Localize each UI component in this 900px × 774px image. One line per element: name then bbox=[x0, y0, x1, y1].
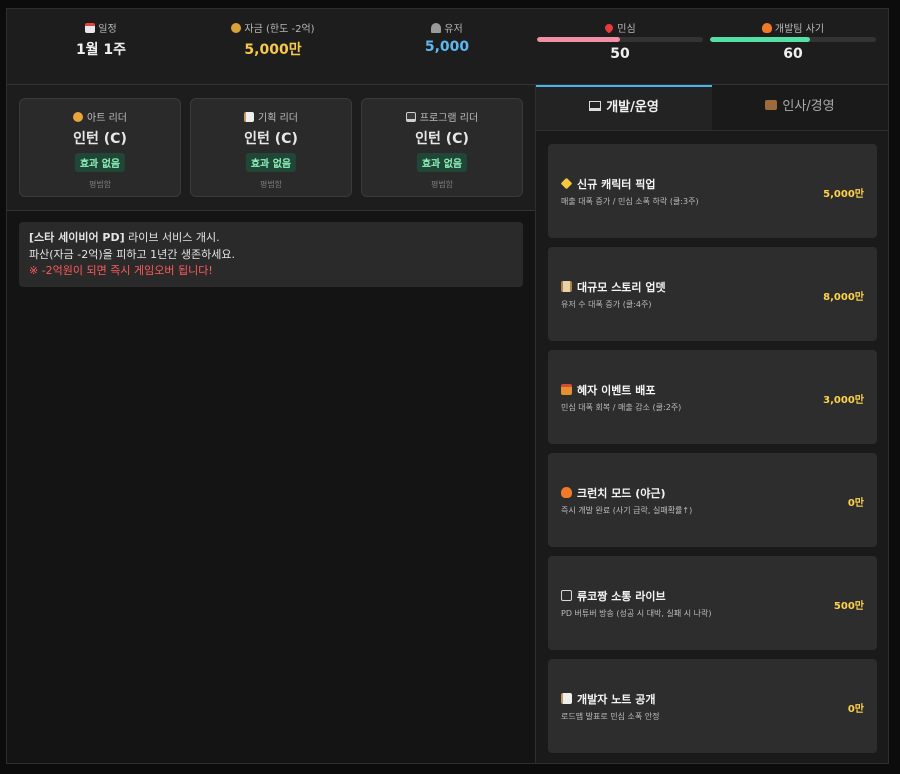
action-desc: 즉시 개발 완료 (사기 급락, 실패확률↑) bbox=[561, 506, 693, 515]
action-card-character-pickup[interactable]: 신규 캐릭터 픽업 매출 대폭 증가 / 민심 소폭 하락 (쿨:3주) 5,0… bbox=[548, 144, 877, 238]
action-title: 대규모 스토리 업뎃 bbox=[577, 281, 666, 294]
tv-icon bbox=[561, 590, 572, 601]
sentiment-bar-fill bbox=[537, 37, 620, 42]
user-icon bbox=[431, 23, 442, 33]
action-cost: 5,000만 bbox=[823, 189, 864, 200]
fire-icon bbox=[561, 487, 572, 498]
event-log: [스타 세이비어 PD] 라이브 서비스 개시. 파산(자금 -2억)을 피하고… bbox=[19, 222, 523, 287]
leader-row: 아트 리더 인턴 (C) 효과 없음 평범함 기획 리더 인턴 (C) 효과 없… bbox=[7, 85, 535, 211]
log-message: 라이브 서비스 개시. bbox=[128, 231, 220, 244]
stat-label: 유저 bbox=[444, 24, 463, 35]
stat-morale: 개발팀 사기 60 bbox=[710, 9, 876, 85]
stat-sentiment: 민심 50 bbox=[537, 9, 703, 85]
morale-bar-fill bbox=[710, 37, 810, 42]
right-panel: 개발/운영 인사/경영 신규 캐릭터 픽업 매출 대폭 증가 / 민심 소폭 하… bbox=[535, 85, 889, 763]
action-cost: 3,000만 bbox=[823, 395, 864, 406]
leader-card-art[interactable]: 아트 리더 인턴 (C) 효과 없음 평범함 bbox=[19, 98, 181, 197]
stat-label: 자금 (한도 -2억) bbox=[244, 24, 315, 35]
calendar-icon bbox=[85, 23, 96, 33]
action-card-vtuber-live[interactable]: 류코짱 소통 라이브 PD 버튜버 방송 (성공 시 대박, 실패 시 나락) … bbox=[548, 556, 877, 650]
stat-label: 일정 bbox=[98, 24, 117, 35]
tab-hr-management[interactable]: 인사/경영 bbox=[712, 85, 888, 130]
action-title: 신규 캐릭터 픽업 bbox=[577, 178, 656, 191]
leader-name: 기획 리더 bbox=[258, 113, 298, 124]
effect-badge: 효과 없음 bbox=[245, 153, 297, 172]
action-title: 크런치 모드 (야근) bbox=[577, 487, 666, 500]
status-bar: 일정 1월 1주 자금 (한도 -2억) 5,000만 유저 5,000 민심 … bbox=[7, 9, 888, 85]
stat-value: 1월 1주 bbox=[75, 42, 127, 58]
action-desc: 매출 대폭 증가 / 민심 소폭 하락 (쿨:3주) bbox=[561, 197, 699, 206]
log-title: [스타 세이비어 PD] bbox=[29, 231, 125, 244]
palette-icon bbox=[73, 112, 83, 122]
stat-label: 개발팀 사기 bbox=[774, 24, 825, 35]
stat-funds: 자금 (한도 -2억) 5,000만 bbox=[179, 9, 367, 85]
stat-label: 민심 bbox=[617, 24, 636, 35]
stat-value: 60 bbox=[783, 46, 803, 62]
action-title: 류코짱 소통 라이브 bbox=[577, 590, 666, 603]
action-title: 개발자 노트 공개 bbox=[577, 693, 656, 706]
action-desc: PD 버튜버 방송 (성공 시 대박, 실패 시 나락) bbox=[561, 609, 712, 618]
tab-label: 인사/경영 bbox=[782, 99, 835, 114]
fire-icon bbox=[761, 23, 772, 33]
effect-badge: 효과 없음 bbox=[416, 153, 468, 172]
action-cost: 0만 bbox=[847, 704, 864, 715]
tab-label: 개발/운영 bbox=[606, 100, 659, 115]
action-card-dev-note[interactable]: 개발자 노트 공개 로드맵 발표로 민심 소폭 안정 0만 bbox=[548, 659, 877, 753]
stat-value: 5,000만 bbox=[244, 42, 302, 58]
log-warning: ※ -2억원이 되면 즉시 게임오버 됩니다! bbox=[29, 264, 213, 277]
heart-icon bbox=[603, 22, 615, 34]
leader-card-planning[interactable]: 기획 리더 인턴 (C) 효과 없음 평범함 bbox=[190, 98, 352, 197]
leader-trait: 평범함 bbox=[259, 180, 283, 189]
action-title: 혜자 이벤트 배포 bbox=[577, 384, 656, 397]
log-message: 파산(자금 -2억)을 피하고 1년간 생존하세요. bbox=[29, 247, 235, 261]
action-cost: 500만 bbox=[833, 601, 864, 612]
sparkles-icon bbox=[560, 177, 573, 190]
leader-trait: 평범함 bbox=[88, 180, 112, 189]
leader-rank: 인턴 (C) bbox=[244, 131, 298, 147]
memo-icon bbox=[244, 112, 254, 122]
stat-value: 50 bbox=[610, 46, 630, 62]
leader-name: 아트 리더 bbox=[87, 113, 127, 124]
action-card-story-update[interactable]: 대규모 스토리 업뎃 유저 수 대폭 증가 (쿨:4주) 8,000만 bbox=[548, 247, 877, 341]
morale-bar bbox=[710, 37, 876, 42]
tab-dev-ops[interactable]: 개발/운영 bbox=[536, 85, 712, 130]
action-desc: 로드맵 발표로 민심 소폭 안정 bbox=[561, 712, 660, 721]
leader-name: 프로그램 리더 bbox=[419, 113, 479, 124]
laptop-icon bbox=[405, 112, 416, 122]
memo-icon bbox=[561, 693, 572, 704]
action-cost: 0만 bbox=[847, 498, 864, 509]
game-window: 일정 1월 1주 자금 (한도 -2억) 5,000만 유저 5,000 민심 … bbox=[6, 8, 889, 764]
stat-value: 5,000 bbox=[424, 39, 470, 55]
effect-badge: 효과 없음 bbox=[74, 153, 126, 172]
briefcase-icon bbox=[765, 100, 778, 110]
scroll-icon bbox=[561, 281, 572, 292]
sentiment-bar bbox=[537, 37, 703, 42]
stat-users: 유저 5,000 bbox=[353, 9, 541, 85]
leader-trait: 평범함 bbox=[430, 180, 454, 189]
monitor-icon bbox=[589, 101, 602, 111]
stat-schedule: 일정 1월 1주 bbox=[7, 9, 195, 85]
leader-rank: 인턴 (C) bbox=[73, 131, 127, 147]
gift-icon bbox=[561, 384, 572, 395]
leader-card-program[interactable]: 프로그램 리더 인턴 (C) 효과 없음 평범함 bbox=[361, 98, 523, 197]
action-desc: 민심 대폭 회복 / 매출 감소 (쿨:2주) bbox=[561, 403, 682, 412]
money-bag-icon bbox=[231, 23, 242, 33]
action-card-crunch-mode[interactable]: 크런치 모드 (야근) 즉시 개발 완료 (사기 급락, 실패확률↑) 0만 bbox=[548, 453, 877, 547]
action-cost: 8,000만 bbox=[823, 292, 864, 303]
action-card-generous-event[interactable]: 혜자 이벤트 배포 민심 대폭 회복 / 매출 감소 (쿨:2주) 3,000만 bbox=[548, 350, 877, 444]
leader-rank: 인턴 (C) bbox=[415, 131, 469, 147]
action-desc: 유저 수 대폭 증가 (쿨:4주) bbox=[561, 300, 652, 309]
tab-bar: 개발/운영 인사/경영 bbox=[536, 85, 889, 131]
left-panel: 아트 리더 인턴 (C) 효과 없음 평범함 기획 리더 인턴 (C) 효과 없… bbox=[7, 85, 535, 763]
